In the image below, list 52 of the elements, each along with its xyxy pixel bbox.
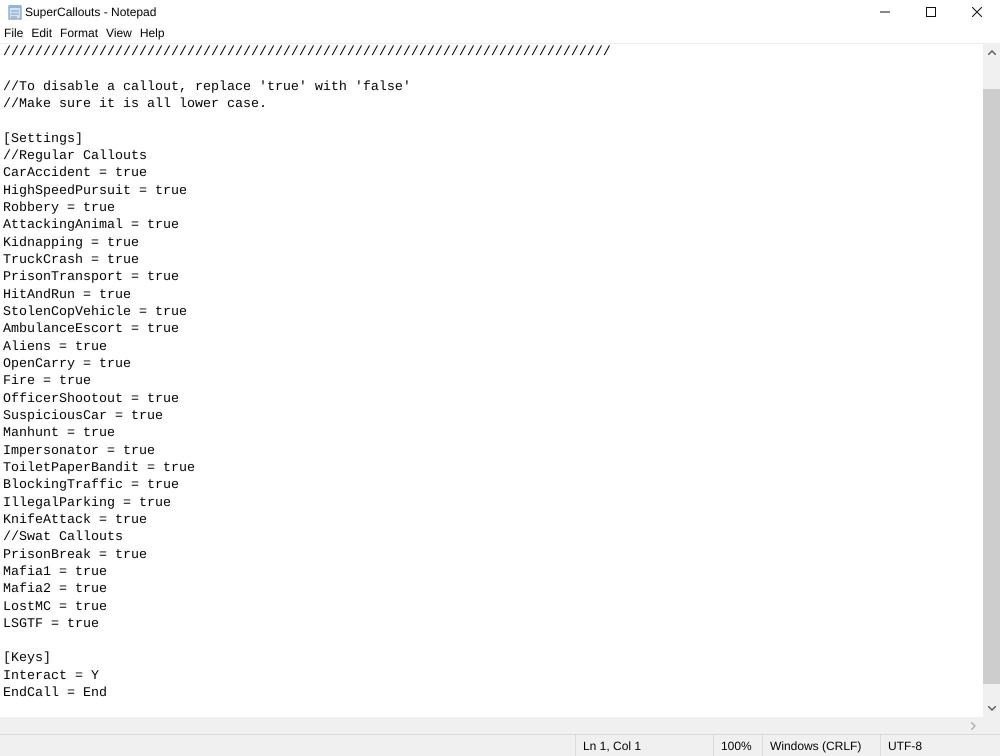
text-line: Robbery = true [3, 200, 115, 218]
text-line: CarAccident = true [3, 165, 147, 183]
text-line: AmbulanceEscort = true [3, 321, 179, 339]
window-title: SuperCallouts - Notepad [25, 4, 156, 20]
text-line: [Keys] [3, 650, 51, 668]
text-line: HighSpeedPursuit = true [3, 182, 187, 200]
menu-item[interactable]: Help [136, 24, 169, 42]
text-line: BlockingTraffic = true [3, 477, 179, 495]
text-line: Manhunt = true [3, 425, 115, 443]
text-line: //Swat Callouts [3, 529, 123, 547]
text-line: AttackingAnimal = true [3, 217, 179, 235]
horizontal-scrollbar[interactable] [0, 717, 983, 734]
text-line: LSGTF = true [3, 616, 99, 634]
status-field: Windows (CRLF) [762, 735, 880, 756]
text-line: //Make sure it is all lower case. [3, 96, 267, 114]
text-line: //Regular Callouts [3, 148, 147, 166]
text-line: KnifeAttack = true [3, 512, 147, 530]
notepad-icon [7, 4, 23, 20]
text-line: //To disable a callout, replace 'true' with 'false' [3, 78, 411, 96]
text-line: Kidnapping = true [3, 234, 139, 252]
text-line: OfficerShootout = true [3, 390, 179, 408]
text-line: IllegalParking = true [3, 494, 171, 512]
maximize-icon [926, 6, 936, 16]
status-field: Ln 1, Col 1 [575, 735, 713, 756]
menu-item[interactable]: File [0, 24, 28, 42]
scroll-right-icon[interactable] [971, 722, 976, 730]
text-line: Mafia2 = true [3, 581, 107, 598]
text-line: ToiletPaperBandit = true [3, 460, 195, 478]
status-field: 100% [713, 735, 762, 756]
text-line: Impersonator = true [3, 442, 155, 460]
menu-item[interactable]: Edit [27, 24, 56, 42]
close-icon [972, 6, 982, 16]
menu-item[interactable]: Format [56, 24, 102, 42]
text-line: //////////////////////////////////////////////////////////////////////////// [3, 44, 611, 62]
status-field: UTF-8 [880, 735, 1000, 756]
scroll-up-icon[interactable] [988, 50, 996, 55]
text-line: Mafia1 = true [3, 564, 107, 582]
text-line: LostMC = true [3, 598, 107, 616]
text-line: PrisonTransport = true [3, 269, 179, 287]
text-line: OpenCarry = true [3, 356, 131, 374]
menu-item[interactable]: View [102, 24, 136, 42]
text-line: SuspiciousCar = true [3, 408, 163, 426]
text-line: EndCall = End [3, 685, 107, 702]
text-line: Interact = Y [3, 668, 99, 686]
text-line: PrisonBreak = true [3, 546, 147, 564]
text-line: [Settings] [3, 130, 83, 148]
text-line: Aliens = true [3, 338, 107, 356]
text-line: HitAndRun = true [3, 286, 131, 304]
text-line: Fire = true [3, 373, 91, 391]
text-line: TruckCrash = true [3, 252, 139, 270]
text-line: StolenCopVehicle = true [3, 304, 187, 322]
scroll-down-icon[interactable] [988, 706, 996, 711]
